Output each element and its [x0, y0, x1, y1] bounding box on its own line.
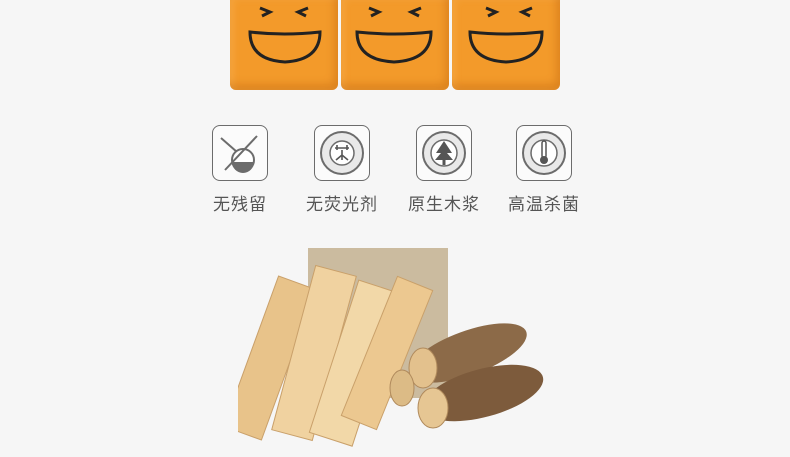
- tissue-pack: [452, 0, 560, 90]
- feature-label: 高温杀菌: [508, 195, 580, 214]
- tissue-pack: [341, 0, 449, 90]
- wood-logs-image: [223, 238, 558, 448]
- feature-no-residue: 无残留: [200, 125, 280, 215]
- smiley-face-icon: [248, 6, 322, 64]
- feature-label: 无荧光剂: [306, 195, 378, 214]
- no-residue-icon: [212, 125, 268, 181]
- smiley-face-icon: [355, 6, 433, 64]
- high-temperature-sterilization-icon: [516, 125, 572, 181]
- feature-high-temperature-sterilization: 高温杀菌: [504, 125, 584, 215]
- smiley-face-icon: [468, 6, 544, 64]
- tissue-pack: [230, 0, 338, 90]
- feature-no-fluorescent-agent: 无荧光剂: [302, 125, 382, 215]
- tissue-packs-image: [230, 0, 560, 95]
- feature-list: 无残留 无荧光剂 原生木浆 高温杀菌: [200, 125, 590, 215]
- feature-virgin-wood-pulp: 原生木浆: [404, 125, 484, 215]
- no-fluorescent-agent-icon: [314, 125, 370, 181]
- feature-label: 无残留: [213, 195, 267, 214]
- feature-label: 原生木浆: [408, 195, 480, 214]
- virgin-wood-pulp-icon: [416, 125, 472, 181]
